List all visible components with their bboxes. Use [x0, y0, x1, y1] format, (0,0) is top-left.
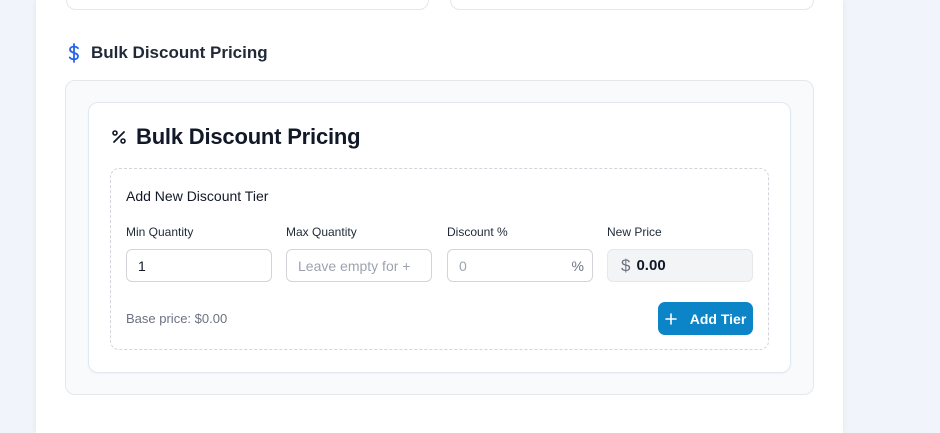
- bulk-pricing-card: Bulk Discount Pricing Add New Discount T…: [88, 102, 791, 373]
- max-quantity-input-wrapper: [286, 249, 432, 282]
- previous-card-right: [450, 0, 814, 10]
- plus-icon: [664, 312, 677, 325]
- max-quantity-field: Max Quantity: [286, 225, 432, 282]
- card-header: Bulk Discount Pricing: [111, 124, 361, 150]
- min-quantity-input[interactable]: [138, 257, 260, 274]
- main-panel: Bulk Discount Pricing Bulk Discount Pric…: [36, 0, 843, 433]
- percent-icon: [112, 130, 126, 144]
- add-tier-form: Add New Discount Tier Min Quantity Max Q…: [110, 168, 769, 350]
- previous-card-left: [66, 0, 429, 10]
- min-quantity-field: Min Quantity: [126, 225, 272, 282]
- currency-symbol: $: [621, 255, 631, 275]
- dollar-icon: [68, 43, 79, 63]
- max-quantity-input[interactable]: [298, 257, 420, 274]
- new-price-field: New Price $ 0.00: [607, 225, 753, 282]
- card-title: Bulk Discount Pricing: [136, 124, 361, 149]
- new-price-value: 0.00: [636, 257, 666, 274]
- percent-suffix: %: [571, 258, 584, 274]
- add-tier-label: Add Tier: [689, 310, 747, 327]
- discount-field: Discount % %: [447, 225, 593, 282]
- max-quantity-label: Max Quantity: [286, 225, 357, 239]
- min-quantity-input-wrapper: [126, 249, 272, 282]
- discount-label: Discount %: [447, 225, 508, 239]
- min-quantity-label: Min Quantity: [126, 225, 194, 239]
- discount-input-wrapper: %: [447, 249, 593, 282]
- base-price-text: Base price: $0.00: [126, 311, 228, 326]
- new-price-label: New Price: [607, 225, 662, 239]
- bulk-pricing-container: Bulk Discount Pricing Add New Discount T…: [65, 80, 814, 395]
- section-header: Bulk Discount Pricing: [66, 42, 268, 64]
- new-price-display: $ 0.00: [607, 249, 753, 282]
- add-tier-title: Add New Discount Tier: [126, 188, 269, 204]
- discount-input[interactable]: [459, 257, 581, 274]
- add-tier-button[interactable]: Add Tier: [658, 302, 753, 335]
- section-title: Bulk Discount Pricing: [91, 43, 268, 62]
